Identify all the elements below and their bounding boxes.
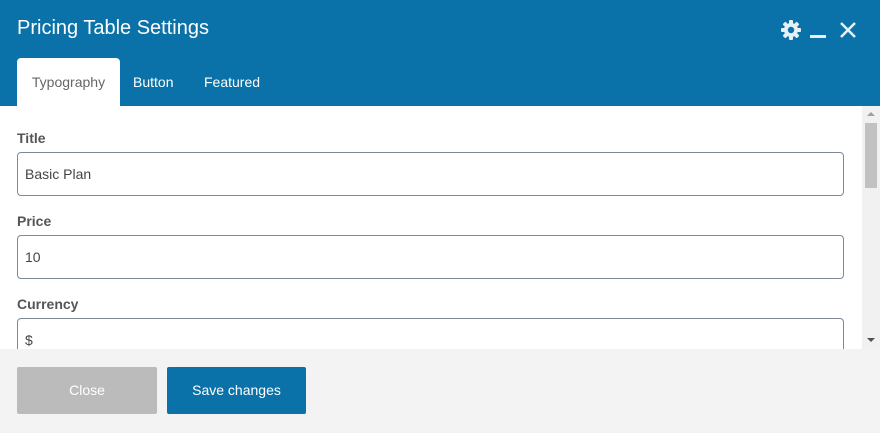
scrollbar-thumb[interactable] — [865, 123, 877, 188]
tab-button[interactable]: Button — [120, 58, 186, 106]
currency-label: Currency — [17, 296, 79, 312]
price-input[interactable]: 10 — [17, 235, 844, 279]
scroll-down-icon[interactable] — [867, 338, 875, 342]
scrollbar[interactable] — [862, 106, 880, 349]
modal-footer: Close Save changes — [0, 349, 880, 433]
scroll-up-icon[interactable] — [867, 112, 875, 116]
close-button[interactable]: Close — [17, 367, 157, 414]
title-label: Title — [17, 130, 46, 146]
minimize-icon[interactable] — [810, 35, 826, 38]
settings-form: Title Basic Plan Price 10 Currency $ — [0, 106, 862, 349]
gear-icon[interactable] — [780, 18, 802, 47]
modal-title: Pricing Table Settings — [17, 17, 209, 39]
title-input[interactable]: Basic Plan — [17, 152, 844, 196]
price-label: Price — [17, 213, 52, 229]
modal-header: Pricing Table Settings Typography Button… — [0, 0, 880, 106]
tab-typography[interactable]: Typography — [17, 58, 120, 106]
tab-featured[interactable]: Featured — [191, 58, 273, 106]
close-icon[interactable] — [839, 21, 857, 44]
save-changes-button[interactable]: Save changes — [167, 367, 306, 414]
currency-input[interactable]: $ — [17, 318, 844, 349]
